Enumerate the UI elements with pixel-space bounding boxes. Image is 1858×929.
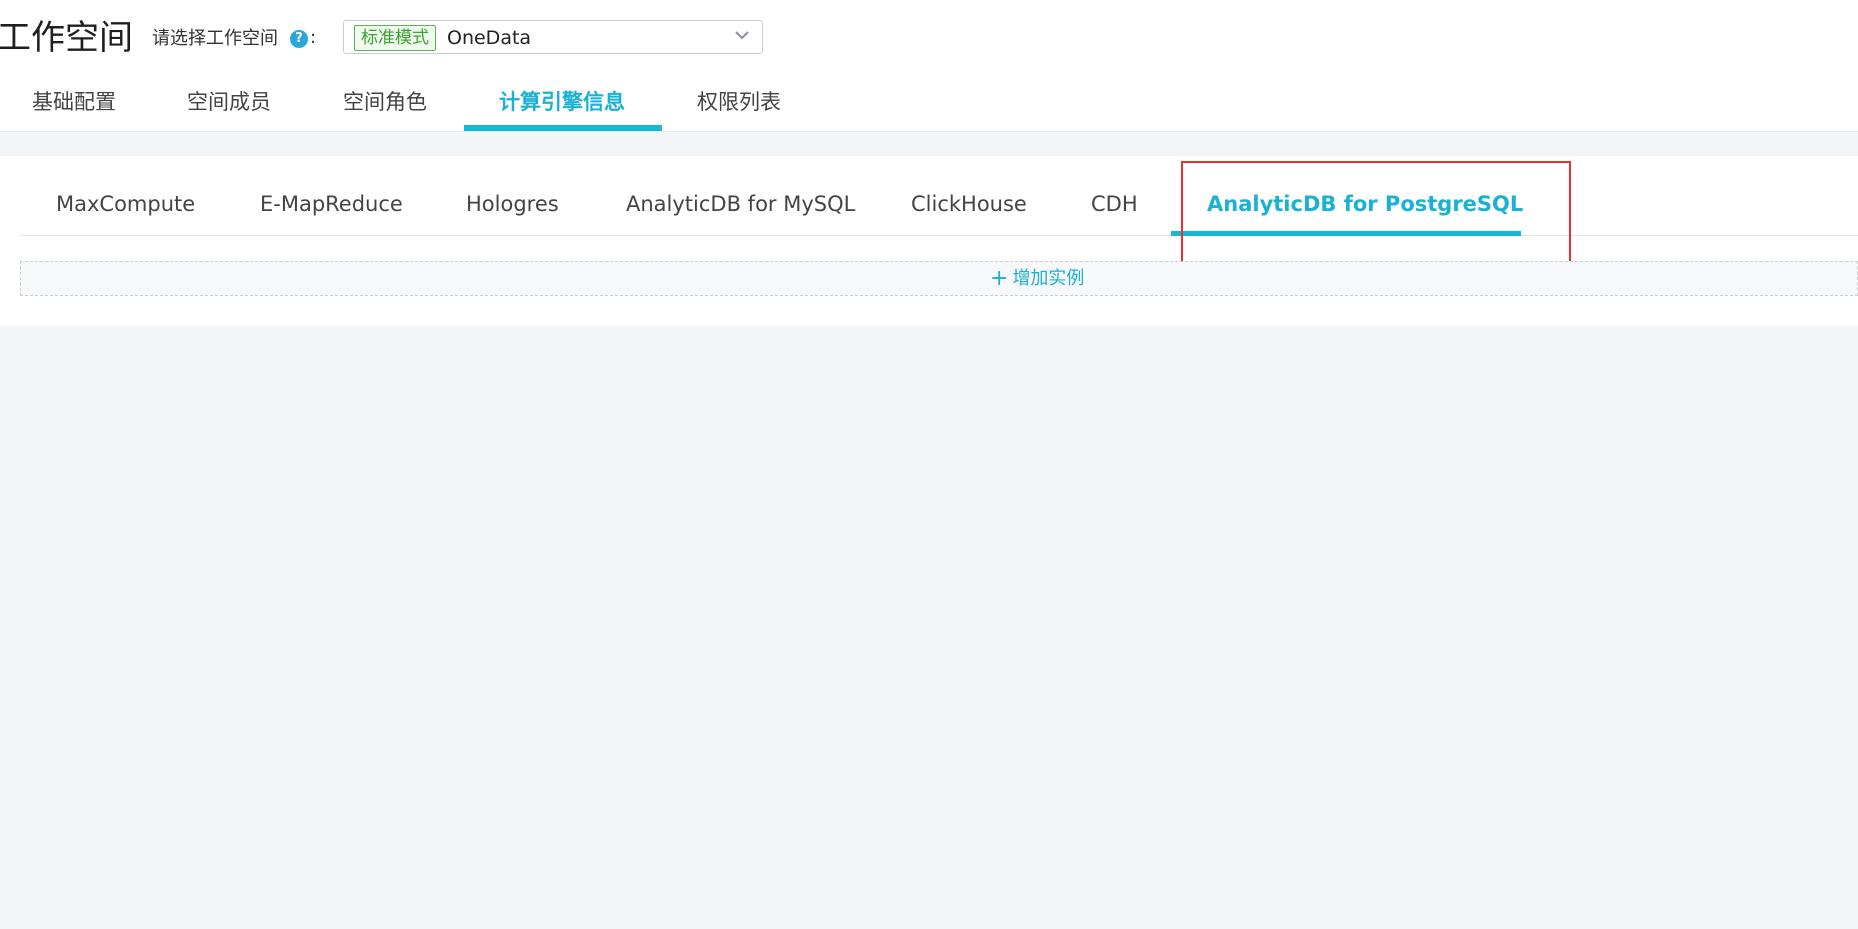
page-title: 工作空间 <box>0 18 133 58</box>
tab-compute-engine-info[interactable]: 计算引擎信息 <box>499 82 625 131</box>
engine-tab-cdh[interactable]: CDH <box>1091 189 1138 219</box>
help-icon[interactable]: ? <box>290 30 308 48</box>
plus-icon: + <box>990 266 1009 291</box>
tab-basic-config[interactable]: 基础配置 <box>32 82 116 131</box>
tab-space-roles[interactable]: 空间角色 <box>343 82 427 131</box>
engine-active-underline <box>1171 231 1521 236</box>
engine-tab-emapreduce[interactable]: E-MapReduce <box>260 189 403 219</box>
header-bar: 工作空间 请选择工作空间 ? : 标准模式 OneData 基础配置 空间成员 … <box>0 0 1858 132</box>
mode-tag: 标准模式 <box>354 25 436 51</box>
tab-permission-list[interactable]: 权限列表 <box>697 82 781 131</box>
workspace-label: 请选择工作空间 <box>152 28 278 49</box>
workspace-select-value: OneData <box>447 27 532 49</box>
active-tab-underline <box>464 125 662 131</box>
add-instance-content: + 增加实例 <box>990 266 1084 292</box>
engine-tab-clickhouse[interactable]: ClickHouse <box>911 189 1027 219</box>
engine-tabs-divider <box>20 235 1858 236</box>
engine-tab-analyticdb-postgresql[interactable]: AnalyticDB for PostgreSQL <box>1207 189 1523 219</box>
chevron-down-icon[interactable] <box>734 27 750 43</box>
workspace-label-colon: : <box>310 27 317 48</box>
engine-tab-analyticdb-mysql[interactable]: AnalyticDB for MySQL <box>626 189 855 219</box>
engine-tab-hologres[interactable]: Hologres <box>466 189 559 219</box>
engine-panel: MaxCompute E-MapReduce Hologres Analytic… <box>0 156 1858 326</box>
workspace-select[interactable]: 标准模式 OneData <box>343 20 763 54</box>
tab-space-members[interactable]: 空间成员 <box>187 82 271 131</box>
add-instance-label: 增加实例 <box>1012 268 1085 289</box>
add-instance-button[interactable]: + 增加实例 <box>20 261 1858 296</box>
engine-tab-maxcompute[interactable]: MaxCompute <box>56 189 195 219</box>
